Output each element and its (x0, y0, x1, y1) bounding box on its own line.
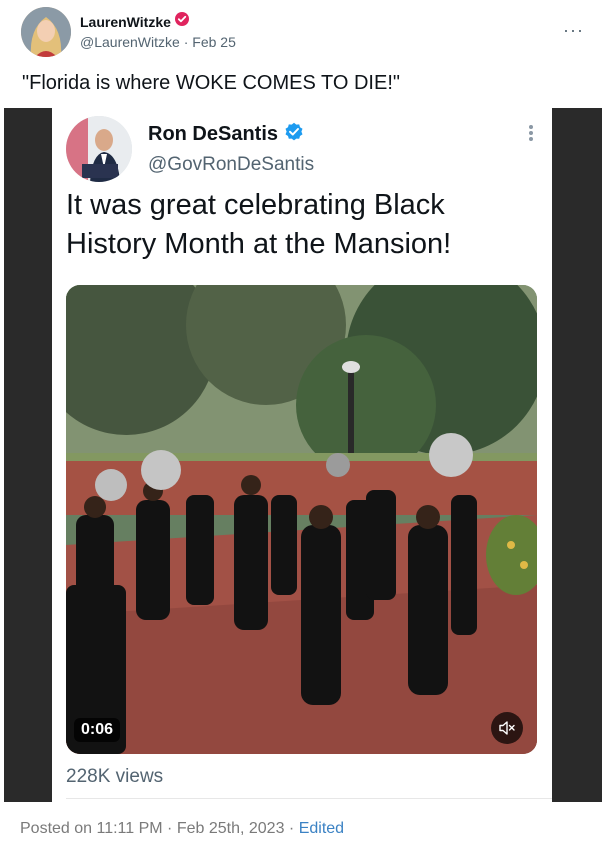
video-player[interactable]: 0:06 (66, 285, 537, 754)
embedded-author-handle[interactable]: @GovRonDeSantis (148, 154, 314, 176)
more-dots-icon[interactable]: ··· (563, 20, 584, 41)
video-frame-image (66, 285, 537, 754)
post-header: LaurenWitzke @LaurenWitzke · Feb 25 ··· (0, 0, 602, 64)
embedded-author-row: Ron DeSantis (148, 122, 304, 147)
embedded-tweet-text: It was great celebrating Black History M… (66, 189, 452, 260)
divider (66, 798, 552, 799)
post-text: "Florida is where WOKE COMES TO DIE!" (22, 72, 400, 94)
embedded-author-name[interactable]: Ron DeSantis (148, 123, 278, 146)
separator: · (183, 34, 189, 50)
avatar-image (21, 7, 71, 57)
author-row: LaurenWitzke (80, 12, 189, 31)
author-handle[interactable]: @LaurenWitzke (80, 34, 180, 50)
embedded-tweet-card[interactable]: Ron DeSantis @GovRonDeSantis It was grea… (52, 108, 552, 802)
embedded-avatar[interactable] (66, 116, 132, 182)
author-name[interactable]: LaurenWitzke (80, 14, 171, 30)
video-timecode: 0:06 (74, 718, 121, 742)
speaker-muted-icon[interactable] (491, 712, 523, 744)
avatar[interactable] (21, 7, 71, 57)
handle-row: @LaurenWitzke · Feb 25 (80, 34, 236, 50)
edited-link[interactable]: Edited (299, 820, 344, 837)
embedded-avatar-image (66, 116, 132, 182)
posted-label: Posted on 11:11 PM · Feb 25th, 2023 · (20, 820, 295, 837)
vertical-more-icon[interactable] (528, 124, 534, 142)
post-date[interactable]: Feb 25 (192, 34, 236, 50)
view-count: 228K views (66, 766, 164, 787)
posted-timestamp: Posted on 11:11 PM · Feb 25th, 2023 · Ed… (20, 820, 344, 838)
verified-badge-icon (174, 12, 189, 31)
verified-badge-icon (284, 122, 304, 147)
